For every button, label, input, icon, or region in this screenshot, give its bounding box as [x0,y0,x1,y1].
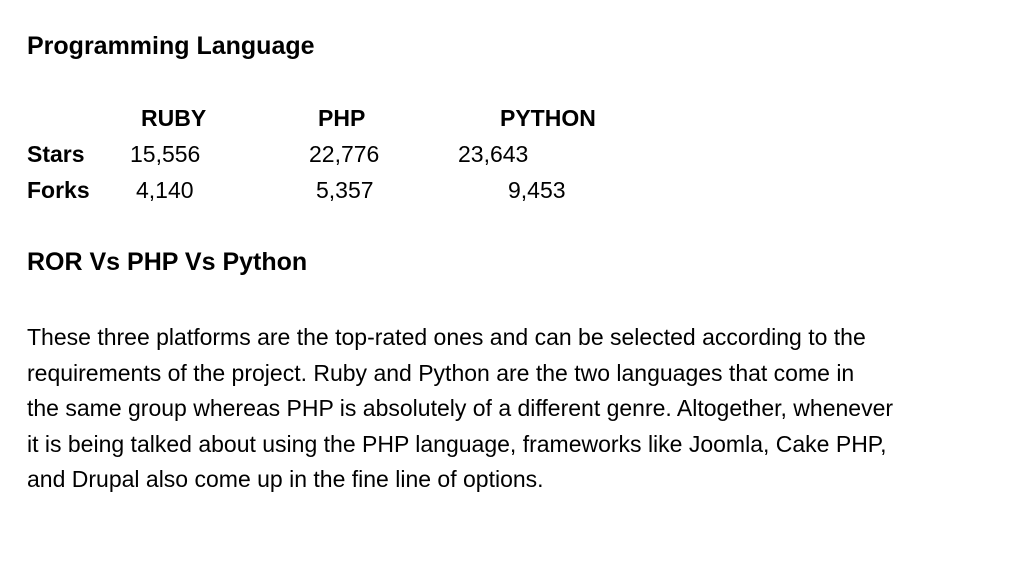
column-header-php: PHP [318,105,366,131]
paragraph-line: it is being talked about using the PHP l… [27,430,887,457]
column-header-ruby: RUBY [141,105,207,131]
section-title-programming-language: Programming Language [27,32,315,60]
paragraph-line: requirements of the project. Ruby and Py… [27,359,855,386]
section-title-ror-vs-php-vs-python: ROR Vs PHP Vs Python [27,248,308,276]
cell-forks-python: 9,453 [508,177,566,203]
cell-forks-php: 5,357 [316,177,374,203]
paragraph-line: the same group whereas PHP is absolutely… [27,395,894,421]
paragraph-line: These three platforms are the top-rated … [27,324,866,350]
body-paragraph: These three platforms are the top-rated … [27,320,1007,498]
column-header-python: PYTHON [500,105,596,131]
row-label-forks: Forks [27,177,90,203]
row-label-stars: Stars [27,141,85,167]
cell-stars-php: 22,776 [309,141,380,167]
cell-stars-python: 23,643 [458,141,529,167]
paragraph-line: and Drupal also come up in the fine line… [27,466,544,492]
cell-forks-ruby: 4,140 [136,177,194,203]
cell-stars-ruby: 15,556 [130,141,201,167]
